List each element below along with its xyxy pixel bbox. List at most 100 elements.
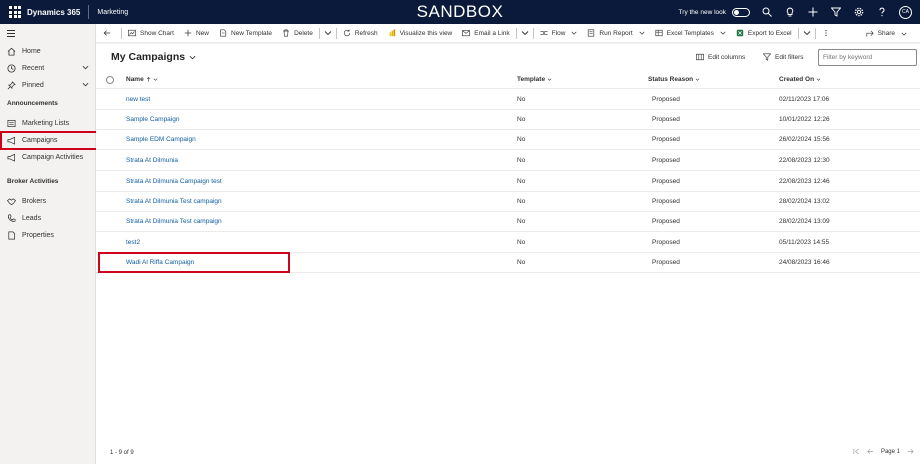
excel-templates-label: Excel Templates bbox=[666, 29, 714, 37]
campaign-name-link[interactable]: Strata At Dilmunia Campaign test bbox=[126, 178, 222, 185]
delete-dropdown[interactable] bbox=[321, 24, 335, 43]
email-link-button[interactable]: Email a Link bbox=[457, 24, 514, 43]
sidebar-item-brokers[interactable]: Brokers bbox=[0, 193, 96, 209]
top-bar: Dynamics 365 Marketing SANDBOX Try the n… bbox=[0, 0, 920, 24]
new-button[interactable]: New bbox=[179, 24, 214, 43]
select-all-radio[interactable] bbox=[106, 76, 114, 84]
column-header-template[interactable]: Template bbox=[517, 76, 552, 83]
status-cell: Proposed bbox=[652, 239, 680, 246]
table-row[interactable]: test2 No Proposed 05/11/2023 14:55 bbox=[96, 233, 920, 253]
campaign-name-link[interactable]: Sample Campaign bbox=[126, 116, 179, 123]
edit-columns-button[interactable]: Edit columns bbox=[696, 53, 745, 61]
column-header-status[interactable]: Status Reason bbox=[648, 76, 700, 83]
app-launcher-icon[interactable] bbox=[9, 5, 23, 19]
campaign-name-link[interactable]: Strata At Dilmunia bbox=[126, 157, 178, 164]
more-commands-button[interactable] bbox=[817, 24, 835, 43]
show-chart-button[interactable]: Show Chart bbox=[123, 24, 179, 43]
first-page-icon[interactable] bbox=[853, 448, 860, 455]
previous-page-icon[interactable] bbox=[867, 448, 874, 455]
divider bbox=[814, 27, 816, 39]
status-cell: Proposed bbox=[652, 218, 680, 225]
campaign-name-link[interactable]: test2 bbox=[126, 239, 140, 246]
column-header-name[interactable]: Name bbox=[126, 76, 158, 83]
clock-icon bbox=[7, 63, 16, 73]
divider bbox=[532, 27, 534, 39]
menu-icon[interactable] bbox=[7, 30, 15, 38]
document-icon bbox=[7, 231, 16, 240]
email-link-label: Email a Link bbox=[474, 29, 510, 37]
sidebar-item-label: Campaign Activities bbox=[22, 153, 84, 161]
export-excel-dropdown[interactable] bbox=[800, 24, 814, 43]
column-header-label: Status Reason bbox=[648, 76, 694, 83]
status-cell: Proposed bbox=[652, 198, 680, 205]
app-name[interactable]: Dynamics 365 bbox=[27, 8, 80, 17]
flow-label: Flow bbox=[551, 29, 566, 37]
table-row[interactable]: Strata At Dilmunia Test campaign No Prop… bbox=[96, 192, 920, 212]
plus-icon[interactable] bbox=[807, 6, 819, 18]
filter-icon[interactable] bbox=[830, 6, 842, 18]
template-cell: No bbox=[517, 198, 526, 205]
trash-icon bbox=[283, 29, 289, 37]
search-icon[interactable] bbox=[761, 6, 773, 18]
chevron-down-icon[interactable] bbox=[82, 64, 89, 71]
template-cell: No bbox=[517, 116, 526, 123]
campaign-name-link[interactable]: new test bbox=[126, 96, 150, 103]
nav-group-heading: Broker Activities bbox=[7, 178, 59, 185]
try-new-look-toggle[interactable] bbox=[732, 7, 750, 17]
chevron-down-icon bbox=[901, 32, 907, 36]
refresh-icon bbox=[343, 29, 350, 37]
sidebar-item-properties[interactable]: Properties bbox=[0, 227, 96, 243]
filter-keyword-input[interactable] bbox=[818, 49, 917, 66]
sidebar-item-recent[interactable]: Recent bbox=[0, 60, 96, 76]
table-row[interactable]: Strata At Dilmunia Test campaign No Prop… bbox=[96, 212, 920, 232]
sidebar-item-pinned[interactable]: Pinned bbox=[0, 77, 96, 93]
visualize-button[interactable]: Visualize this view bbox=[383, 24, 458, 43]
table-row[interactable]: new test No Proposed 02/11/2023 17:06 bbox=[96, 90, 920, 110]
share-button[interactable]: Share bbox=[861, 24, 912, 43]
table-row[interactable]: Sample EDM Campaign No Proposed 26/02/20… bbox=[96, 130, 920, 150]
new-template-button[interactable]: New Template bbox=[214, 24, 277, 43]
highlight-box bbox=[98, 252, 290, 273]
chart-icon bbox=[128, 29, 136, 37]
status-cell: Proposed bbox=[652, 136, 680, 143]
help-icon[interactable] bbox=[876, 6, 888, 18]
sidebar-item-label: Pinned bbox=[22, 81, 44, 89]
sidebar-item-leads[interactable]: Leads bbox=[0, 210, 96, 226]
power-bi-icon bbox=[389, 29, 395, 37]
sidebar-item-marketing-lists[interactable]: Marketing Lists bbox=[0, 115, 96, 131]
email-link-dropdown[interactable] bbox=[518, 24, 532, 43]
show-chart-label: Show Chart bbox=[140, 29, 174, 37]
flow-button[interactable]: Flow bbox=[535, 24, 583, 43]
excel-templates-button[interactable]: Excel Templates bbox=[650, 24, 731, 43]
divider bbox=[121, 27, 122, 39]
campaign-name-link[interactable]: Strata At Dilmunia Test campaign bbox=[126, 198, 222, 205]
campaign-name-link[interactable]: Strata At Dilmunia Test campaign bbox=[126, 218, 222, 225]
next-page-icon[interactable] bbox=[907, 448, 914, 455]
home-icon bbox=[7, 47, 16, 56]
campaign-name-link[interactable]: Sample EDM Campaign bbox=[126, 136, 196, 143]
table-row[interactable]: Sample Campaign No Proposed 10/01/2022 1… bbox=[96, 110, 920, 130]
view-selector[interactable]: My Campaigns bbox=[111, 51, 196, 63]
chevron-down-icon[interactable] bbox=[82, 81, 89, 88]
column-header-created[interactable]: Created On bbox=[779, 76, 821, 83]
pagination: Page 1 bbox=[853, 448, 914, 455]
table-row[interactable]: Strata At Dilmunia Campaign test No Prop… bbox=[96, 172, 920, 192]
lightbulb-icon[interactable] bbox=[784, 6, 796, 18]
share-icon bbox=[866, 30, 874, 37]
gear-icon[interactable] bbox=[853, 6, 865, 18]
table-row[interactable]: Strata At Dilmunia No Proposed 22/08/202… bbox=[96, 151, 920, 171]
sidebar-item-label: Properties bbox=[22, 231, 54, 239]
avatar[interactable]: CA bbox=[899, 5, 912, 19]
sidebar-item-campaign-activities[interactable]: Campaign Activities bbox=[0, 149, 96, 165]
refresh-button[interactable]: Refresh bbox=[338, 24, 383, 43]
sidebar-item-home[interactable]: Home bbox=[0, 43, 96, 59]
run-report-button[interactable]: Run Report bbox=[582, 24, 649, 43]
status-cell: Proposed bbox=[652, 157, 680, 164]
export-excel-button[interactable]: Export to Excel bbox=[731, 24, 797, 43]
status-cell: Proposed bbox=[652, 178, 680, 185]
chevron-down-icon bbox=[521, 31, 528, 36]
back-button[interactable] bbox=[96, 24, 120, 43]
edit-filters-button[interactable]: Edit filters bbox=[763, 53, 804, 61]
delete-button[interactable]: Delete bbox=[277, 24, 318, 43]
sidebar-item-label: Marketing Lists bbox=[22, 119, 70, 127]
